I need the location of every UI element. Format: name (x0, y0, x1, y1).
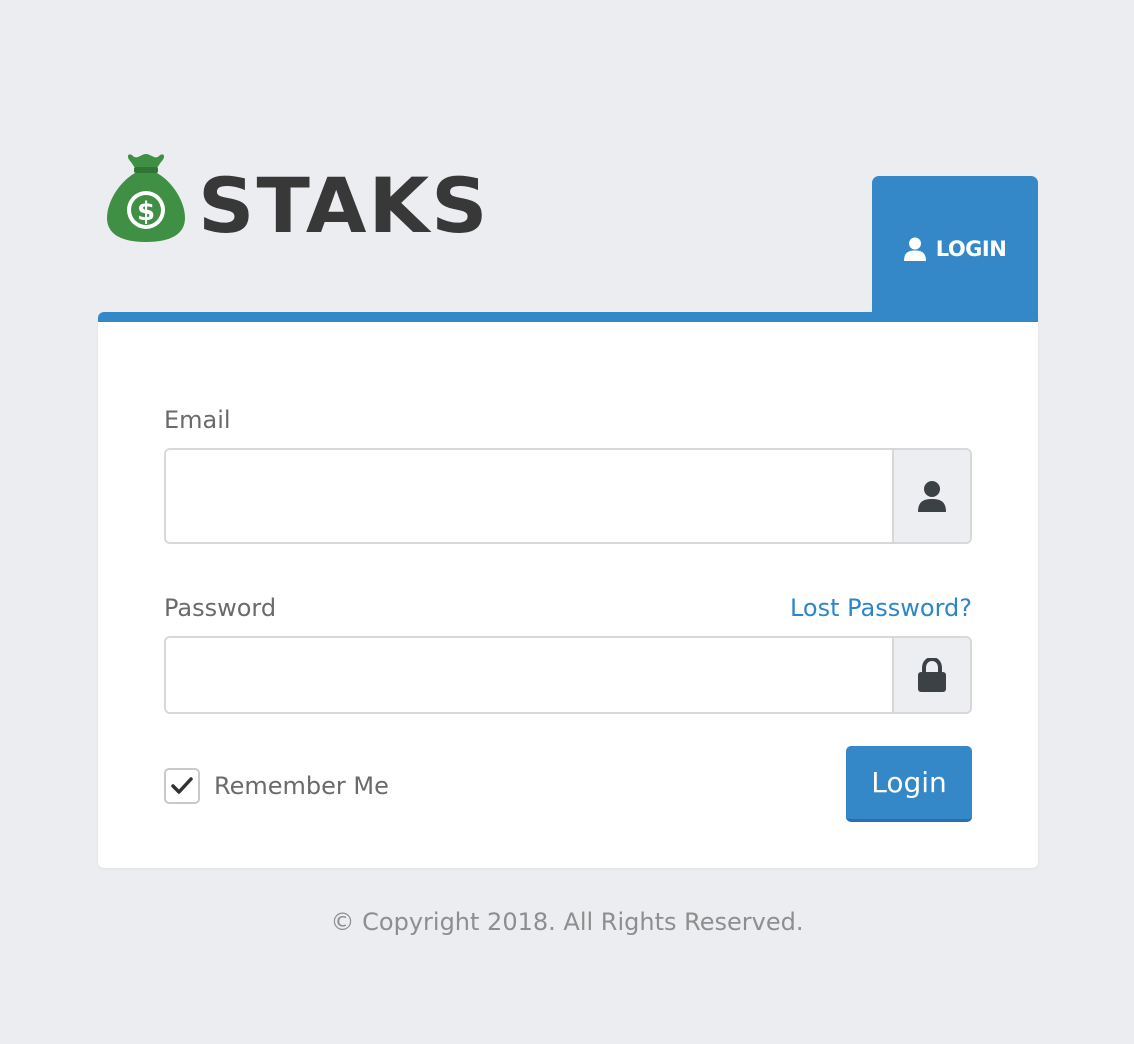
tab-login-label: LOGIN (935, 237, 1007, 261)
lock-icon (918, 658, 946, 692)
remember-me[interactable]: Remember Me (164, 768, 389, 804)
tab-login[interactable]: LOGIN (872, 176, 1038, 322)
svg-text:$: $ (137, 197, 155, 227)
brand-logo: $ STAKS (105, 150, 488, 250)
brand-name: STAKS (198, 161, 490, 250)
remember-me-checkbox[interactable] (164, 768, 200, 804)
user-icon (903, 237, 926, 261)
lost-password-link[interactable]: Lost Password? (790, 593, 972, 623)
password-label: Password (164, 594, 277, 622)
remember-me-label: Remember Me (214, 772, 389, 800)
password-field[interactable] (166, 638, 892, 712)
email-input-group (164, 448, 972, 544)
password-input-group (164, 636, 972, 714)
login-page: $ STAKS LOGIN Email Password Lost Passwo… (0, 0, 1134, 1044)
email-addon (892, 450, 970, 542)
login-card: Email Password Lost Password? Remember M… (98, 312, 1038, 868)
money-bag-icon: $ (107, 154, 185, 242)
footer-copyright: © Copyright 2018. All Rights Reserved. (330, 908, 804, 936)
password-addon (892, 638, 970, 712)
email-label: Email (164, 406, 231, 434)
login-button[interactable]: Login (846, 746, 972, 822)
email-field[interactable] (166, 450, 892, 542)
user-icon (918, 481, 946, 512)
check-icon (171, 777, 193, 794)
